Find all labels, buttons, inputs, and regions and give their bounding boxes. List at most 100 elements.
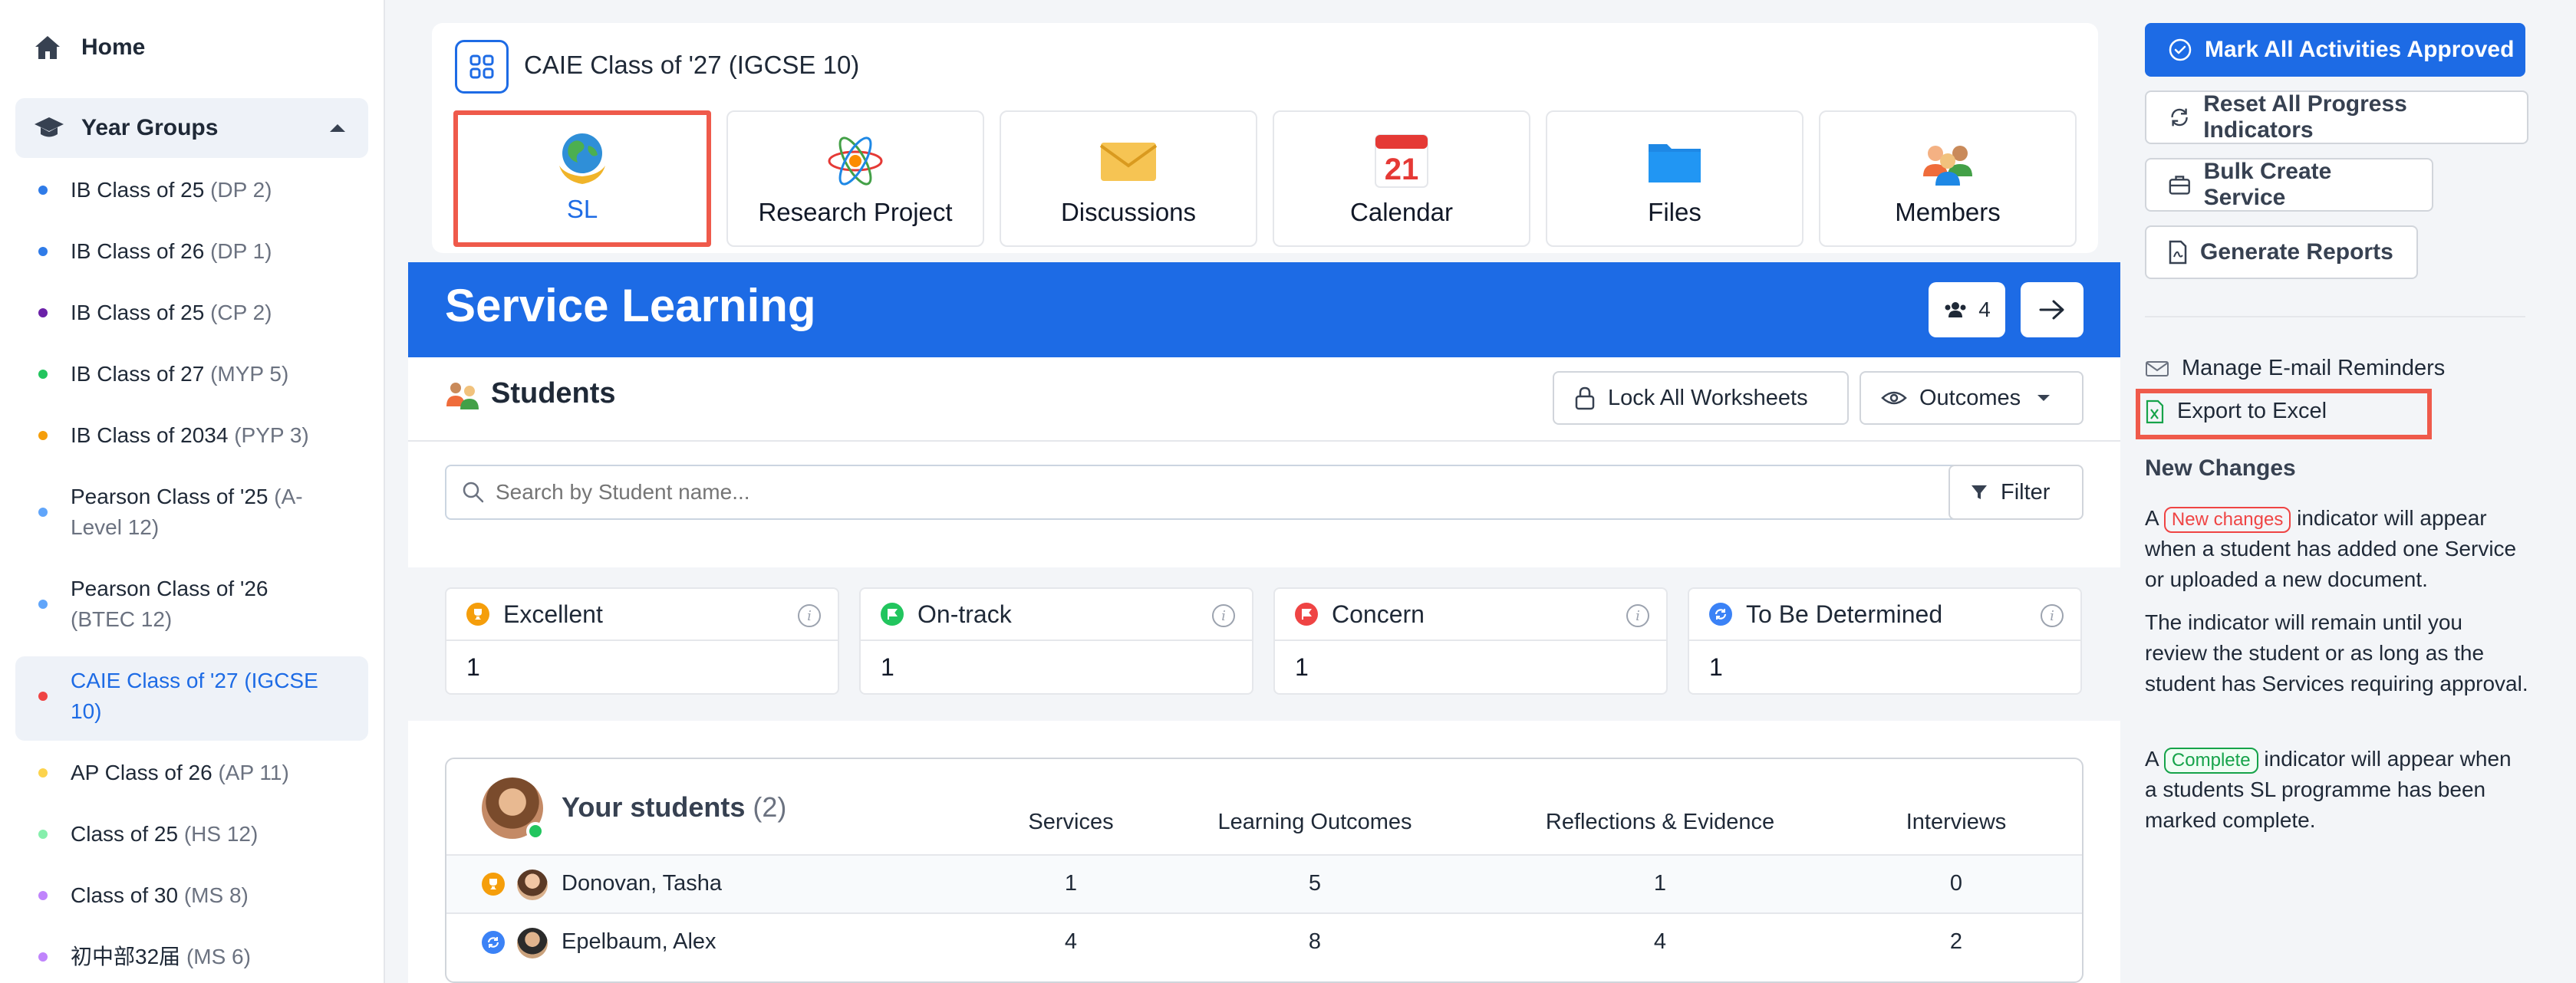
lock-all-worksheets-button[interactable]: Lock All Worksheets bbox=[1553, 371, 1849, 425]
your-students-title-text: Your students bbox=[562, 791, 746, 823]
info-icon[interactable]: i bbox=[1626, 604, 1649, 627]
table-row[interactable]: Donovan, Tasha 1 5 1 0 bbox=[446, 854, 2082, 912]
lock-icon bbox=[1575, 386, 1595, 410]
sidebar-item-sub: (DP 1) bbox=[210, 239, 272, 263]
refresh-icon bbox=[482, 931, 505, 954]
stat-on-track[interactable]: On-track i 1 bbox=[859, 587, 1253, 695]
your-students-title: Your students (2) bbox=[562, 791, 786, 824]
sidebar-item-ib-2034-pyp3[interactable]: IB Class of 2034 (PYP 3) bbox=[15, 420, 368, 454]
info-icon[interactable]: i bbox=[2041, 604, 2064, 627]
generate-reports-button[interactable]: Generate Reports bbox=[2145, 225, 2418, 279]
col-header-learning-outcomes[interactable]: Learning Outcomes bbox=[1217, 810, 1412, 835]
sidebar-item-label: IB Class of 26 bbox=[71, 239, 205, 263]
student-search[interactable] bbox=[445, 465, 1975, 520]
complete-badge: Complete bbox=[2163, 748, 2258, 774]
dot-icon bbox=[38, 431, 48, 440]
stat-value: 1 bbox=[1295, 653, 1309, 681]
stat-label: To Be Determined bbox=[1746, 600, 1943, 628]
stat-label: Excellent bbox=[503, 600, 603, 628]
dot-icon bbox=[38, 508, 48, 517]
sidebar-home[interactable]: Home bbox=[34, 29, 145, 66]
student-name[interactable]: Epelbaum, Alex bbox=[562, 929, 716, 955]
stat-excellent[interactable]: Excellent i 1 bbox=[445, 587, 839, 695]
mark-all-approved-button[interactable]: Mark All Activities Approved bbox=[2145, 23, 2525, 77]
users-icon bbox=[1945, 302, 1966, 317]
atom-icon bbox=[828, 136, 883, 186]
dot-icon bbox=[38, 891, 48, 900]
cell-services: 1 bbox=[1064, 871, 1078, 896]
trophy-icon bbox=[466, 603, 489, 626]
tile-discussions[interactable]: Discussions bbox=[1000, 110, 1257, 247]
outcomes-dropdown[interactable]: Outcomes bbox=[1860, 371, 2084, 425]
filter-button[interactable]: Filter bbox=[1948, 465, 2084, 520]
search-input[interactable] bbox=[496, 480, 1953, 505]
sidebar-item-ap-26[interactable]: AP Class of 26 (AP 11) bbox=[15, 758, 368, 791]
info-icon[interactable]: i bbox=[798, 604, 821, 627]
new-changes-badge: New changes bbox=[2163, 507, 2291, 533]
sidebar-item-class-25[interactable]: Class of 25 (HS 12) bbox=[15, 819, 368, 853]
your-students-table: Your students (2) Services Learning Outc… bbox=[445, 758, 2084, 983]
globe-hands-icon bbox=[559, 133, 605, 184]
bulk-create-service-button[interactable]: Bulk Create Service bbox=[2145, 158, 2433, 212]
tile-research-project[interactable]: Research Project bbox=[726, 110, 984, 247]
table-row[interactable]: Epelbaum, Alex 4 8 4 2 bbox=[446, 912, 2082, 971]
tile-label: Files bbox=[1648, 198, 1701, 226]
tile-members[interactable]: Members bbox=[1819, 110, 2077, 247]
home-icon bbox=[35, 36, 60, 59]
manage-email-reminders-link[interactable]: Manage E-mail Reminders bbox=[2145, 356, 2445, 381]
calendar-icon: 21 bbox=[1375, 134, 1428, 188]
student-name[interactable]: Donovan, Tasha bbox=[562, 871, 722, 896]
caret-up-icon[interactable] bbox=[330, 124, 345, 132]
sidebar-item-caie-27[interactable]: CAIE Class of '27 (IGCSE 10) bbox=[15, 656, 368, 741]
dot-icon bbox=[38, 600, 48, 609]
members-count-button[interactable]: 4 bbox=[1929, 282, 2005, 337]
tile-calendar[interactable]: 21 Calendar bbox=[1273, 110, 1530, 247]
cell-services: 4 bbox=[1064, 929, 1078, 954]
grid-icon[interactable] bbox=[455, 40, 509, 94]
cell-reflections: 4 bbox=[1653, 929, 1667, 954]
tile-label: SL bbox=[566, 195, 598, 223]
briefcase-icon bbox=[2169, 176, 2190, 195]
refresh-icon bbox=[2171, 108, 2188, 127]
sidebar-item-chuzhongbu-32[interactable]: 初中部32届 (MS 6) bbox=[15, 942, 368, 975]
sidebar-item-label: Pearson Class of '25 bbox=[71, 485, 268, 508]
sidebar-item-label: AP Class of 26 bbox=[71, 761, 212, 784]
manage-email-label: Manage E-mail Reminders bbox=[2182, 356, 2446, 380]
sidebar-item-label: IB Class of 25 bbox=[71, 301, 205, 324]
stat-to-be-determined[interactable]: To Be Determined i 1 bbox=[1688, 587, 2082, 695]
new-changes-para-2: The indicator will remain until you revi… bbox=[2145, 610, 2528, 695]
sidebar-item-ib-27-myp5[interactable]: IB Class of 27 (MYP 5) bbox=[15, 359, 368, 393]
sidebar-item-pearson-26[interactable]: Pearson Class of '26 (BTEC 12) bbox=[15, 574, 368, 638]
reset-progress-button[interactable]: Reset All Progress Indicators bbox=[2145, 90, 2528, 144]
sidebar-item-sub: (AP 11) bbox=[218, 761, 289, 784]
stat-concern[interactable]: Concern i 1 bbox=[1273, 587, 1668, 695]
sidebar-item-label: 初中部32届 bbox=[71, 945, 181, 968]
col-header-services[interactable]: Services bbox=[1028, 810, 1113, 835]
caret-down-icon bbox=[2037, 395, 2051, 401]
tile-label: Research Project bbox=[758, 198, 953, 226]
sidebar-item-ib-25-cp2[interactable]: IB Class of 25 (CP 2) bbox=[15, 298, 368, 331]
banner-next-button[interactable] bbox=[2021, 282, 2084, 337]
sidebar-item-class-30[interactable]: Class of 30 (MS 8) bbox=[15, 880, 368, 914]
col-header-interviews[interactable]: Interviews bbox=[1906, 810, 2007, 835]
dot-icon bbox=[38, 247, 48, 256]
sidebar-item-ib-25-dp2[interactable]: IB Class of 25 (DP 2) bbox=[15, 175, 368, 209]
sidebar-year-groups[interactable]: Year Groups bbox=[15, 98, 368, 158]
sidebar-item-sub: (BTEC 12) bbox=[71, 607, 173, 631]
tile-files[interactable]: Files bbox=[1546, 110, 1804, 247]
students-title-text: Students bbox=[491, 377, 616, 409]
info-icon[interactable]: i bbox=[1212, 604, 1235, 627]
dot-icon bbox=[38, 186, 48, 195]
dot-icon bbox=[38, 768, 48, 778]
sidebar-item-sub: (DP 2) bbox=[210, 178, 272, 202]
sidebar-item-pearson-25[interactable]: Pearson Class of '25 (A-Level 12) bbox=[15, 482, 368, 546]
stat-value: 1 bbox=[466, 653, 480, 681]
sidebar-item-label: Pearson Class of '26 bbox=[71, 577, 268, 600]
col-header-reflections-evidence[interactable]: Reflections & Evidence bbox=[1546, 810, 1774, 835]
tile-label: Calendar bbox=[1350, 198, 1453, 226]
folder-icon bbox=[1649, 144, 1701, 182]
sidebar-item-ib-26-dp1[interactable]: IB Class of 26 (DP 1) bbox=[15, 236, 368, 270]
tile-sl[interactable]: SL bbox=[453, 110, 711, 247]
avatar bbox=[517, 928, 548, 958]
grid-glyph bbox=[469, 54, 494, 79]
